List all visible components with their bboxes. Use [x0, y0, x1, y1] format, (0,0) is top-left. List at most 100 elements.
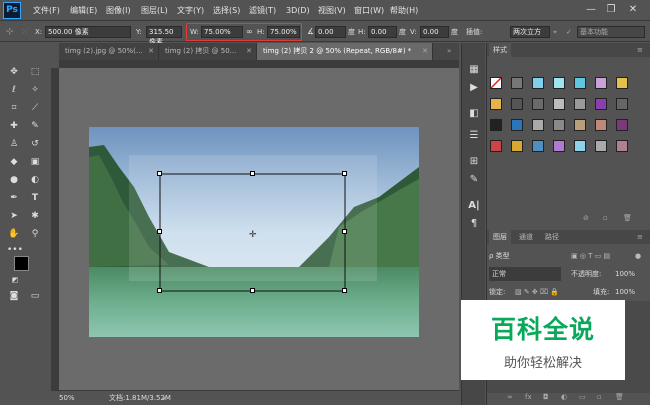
clone-stamp-icon[interactable]: ♙	[7, 138, 21, 151]
style-swatch[interactable]	[532, 119, 544, 131]
history-brush-icon[interactable]: ↺	[28, 138, 42, 151]
style-swatch[interactable]	[511, 119, 523, 131]
style-swatch[interactable]	[553, 140, 565, 152]
transform-handle-bottom-right[interactable]	[342, 288, 347, 293]
style-swatch[interactable]	[490, 98, 502, 110]
panel-menu-icon[interactable]: ≡	[633, 43, 647, 57]
blur-tool-icon[interactable]: ●	[7, 174, 21, 187]
delete-layer-icon[interactable]: 🗑	[611, 390, 628, 404]
h-skew-field[interactable]: 0.00	[368, 26, 397, 38]
layer-style-icon[interactable]: fx	[521, 390, 536, 404]
tab-doc-2[interactable]: timg (2) 拷贝 @ 50... ✕	[159, 43, 257, 60]
x-field[interactable]: 500.00 像素	[45, 26, 131, 38]
interpolation-select[interactable]: 两次立方	[510, 26, 550, 38]
hand-tool-icon[interactable]: ✋	[7, 228, 21, 241]
menu-3d[interactable]: 3D(D)	[286, 0, 310, 21]
character-panel-icon[interactable]: A|	[467, 199, 481, 213]
style-swatch[interactable]	[553, 77, 565, 89]
transform-handle-top-left[interactable]	[157, 171, 162, 176]
menu-image[interactable]: 图像(I)	[106, 0, 131, 21]
restore-button[interactable]: ❐	[604, 3, 618, 17]
gradient-tool-icon[interactable]: ▣	[28, 156, 42, 169]
style-swatch[interactable]	[574, 77, 586, 89]
style-swatch[interactable]	[574, 98, 586, 110]
new-layer-icon[interactable]: ▫	[593, 390, 606, 404]
tabs-overflow-icon[interactable]: »	[447, 41, 451, 61]
opacity-field[interactable]: 100%	[615, 267, 635, 281]
add-mask-icon[interactable]: ◘	[539, 390, 553, 404]
filter-toggle-icon[interactable]: ●	[635, 249, 641, 263]
transform-handle-bottom[interactable]	[250, 288, 255, 293]
menu-filter[interactable]: 滤镜(T)	[249, 0, 276, 21]
angle-field[interactable]: 0.00	[315, 26, 346, 38]
document-canvas[interactable]: ✛	[89, 127, 419, 337]
foreground-color-swatch[interactable]	[14, 256, 29, 271]
filter-icons[interactable]: ▣ ◎ T ▭ ▤	[571, 249, 610, 263]
style-swatch[interactable]	[616, 77, 628, 89]
transform-handle-top-right[interactable]	[342, 171, 347, 176]
fill-field[interactable]: 100%	[615, 285, 635, 299]
zoom-level[interactable]: 50%	[59, 391, 75, 405]
healing-brush-icon[interactable]: ✚	[7, 120, 21, 133]
zoom-tool-icon[interactable]: ⚲	[28, 228, 42, 241]
style-swatch[interactable]	[553, 119, 565, 131]
marquee-tool-icon[interactable]: ⬚	[28, 66, 42, 79]
style-swatch[interactable]	[511, 77, 523, 89]
screen-mode-icon[interactable]: ▭	[28, 290, 42, 303]
menu-layer[interactable]: 图层(L)	[141, 0, 168, 21]
paragraph-style-icon[interactable]: ⊞	[467, 155, 481, 169]
crop-tool-icon[interactable]: ⌗	[7, 102, 21, 115]
tab-channels[interactable]: 通道	[515, 230, 537, 244]
style-none-swatch[interactable]	[490, 77, 502, 89]
style-swatch[interactable]	[532, 77, 544, 89]
transform-handle-right[interactable]	[342, 229, 347, 234]
adjustment-layer-icon[interactable]: ◐	[557, 390, 571, 404]
transform-handle-left[interactable]	[157, 229, 162, 234]
tab-styles[interactable]: 样式	[489, 43, 511, 57]
clear-style-icon[interactable]: ⊘	[579, 211, 593, 225]
move-tool-icon[interactable]: ✥	[7, 66, 21, 79]
transform-tool-icon[interactable]: ⊹	[6, 22, 14, 42]
menu-help[interactable]: 帮助(H)	[390, 0, 418, 21]
style-swatch[interactable]	[595, 119, 607, 131]
lock-icons[interactable]: ▧ ✎ ✥ ⌧ 🔒	[515, 285, 559, 299]
custom-shape-icon[interactable]: ✱	[28, 210, 42, 223]
menu-view[interactable]: 视图(V)	[318, 0, 346, 21]
blend-mode-select[interactable]: 正常	[489, 267, 561, 281]
history-panel-icon[interactable]: ▦	[467, 63, 481, 77]
panel-menu-icon[interactable]: ≡	[633, 230, 647, 244]
eraser-tool-icon[interactable]: ◆	[7, 156, 21, 169]
style-swatch[interactable]	[532, 140, 544, 152]
transform-center-icon[interactable]: ✛	[249, 230, 257, 240]
close-window-button[interactable]: ✕	[626, 3, 640, 17]
tab-doc-1[interactable]: timg (2).jpg @ 50%(... ✕	[59, 43, 159, 60]
layer-filter-select[interactable]: ρ 类型	[489, 252, 510, 260]
style-swatch[interactable]	[595, 140, 607, 152]
style-swatch[interactable]	[532, 98, 544, 110]
lasso-tool-icon[interactable]: ℓ	[7, 84, 21, 97]
style-swatch[interactable]	[595, 98, 607, 110]
style-swatch[interactable]	[595, 77, 607, 89]
delete-style-icon[interactable]: 🗑	[619, 211, 636, 225]
pen-tool-icon[interactable]: ✒	[7, 192, 21, 205]
style-swatch[interactable]	[553, 98, 565, 110]
close-icon[interactable]: ✕	[148, 43, 154, 60]
workspace-select[interactable]: 基本功能	[577, 26, 645, 38]
tab-doc-3[interactable]: timg (2) 拷贝 2 @ 50% (Repeat, RGB/8#) * ✕	[257, 43, 433, 60]
adjustments-panel-icon[interactable]: ◧	[467, 107, 481, 121]
style-swatch[interactable]	[574, 119, 586, 131]
new-style-icon[interactable]: ▫	[599, 211, 612, 225]
type-tool-icon[interactable]: T	[28, 192, 42, 205]
style-swatch[interactable]	[490, 119, 502, 131]
dodge-tool-icon[interactable]: ◐	[28, 174, 42, 187]
menu-type[interactable]: 文字(Y)	[177, 0, 204, 21]
style-swatch[interactable]	[616, 98, 628, 110]
new-group-icon[interactable]: ▭	[575, 390, 590, 404]
paragraph-panel-icon[interactable]: ¶	[467, 217, 481, 231]
brush-panel-icon[interactable]: ✎	[467, 173, 481, 187]
brush-tool-icon[interactable]: ✎	[28, 120, 42, 133]
close-icon[interactable]: ✕	[246, 43, 252, 60]
y-field[interactable]: 315.50 像素	[146, 26, 182, 46]
tab-paths[interactable]: 路径	[541, 230, 563, 244]
link-layers-icon[interactable]: ∞	[503, 390, 517, 404]
